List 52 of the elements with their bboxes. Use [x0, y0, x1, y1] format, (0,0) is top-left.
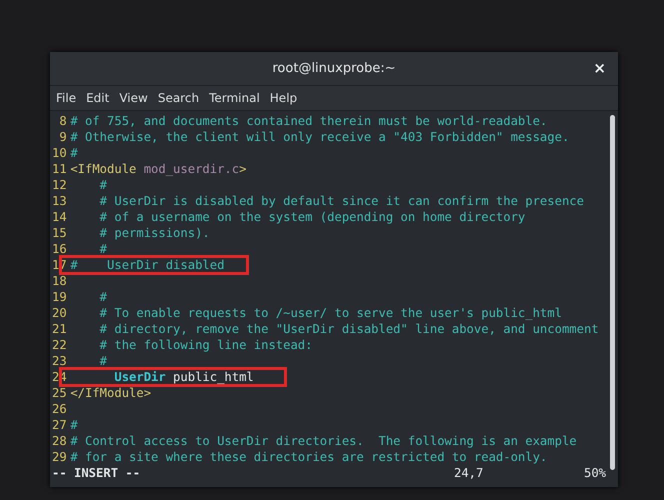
line-number: 28	[52, 433, 68, 449]
line-number: 9	[58, 129, 68, 145]
line-number: 11	[52, 161, 68, 177]
code-line: </IfModule>	[70, 386, 152, 400]
code-line: # Otherwise, the client will only receive a "403 Forbidden" message.	[70, 130, 570, 144]
code-line: UserDir public_html	[113, 370, 254, 384]
code-line: #	[98, 354, 108, 368]
code-line: #	[98, 290, 108, 304]
line-number: 19	[52, 289, 68, 305]
line-number: 20	[52, 305, 68, 321]
code-line: #	[70, 418, 78, 432]
close-button[interactable]: ×	[589, 59, 610, 77]
cursor-position: 24,7	[454, 465, 484, 481]
code-line: # of 755, and documents contained therein must be world-readable.	[70, 114, 548, 128]
code-line: # UserDir is disabled by default since it can confirm the presence	[98, 194, 584, 208]
code-line: # permissions).	[98, 226, 210, 240]
code-line: #	[98, 178, 108, 192]
code-line: # Control access to UserDir directories. The following is an example	[70, 434, 577, 448]
menu-item[interactable]: Terminal	[205, 89, 264, 107]
code-line: # for a site where these directories are restricted to read-only.	[70, 450, 548, 464]
line-number: 15	[52, 225, 68, 241]
menu-item[interactable]: Help	[266, 89, 302, 107]
line-number: 12	[52, 177, 68, 193]
line-number: 26	[52, 401, 68, 417]
line-number: 23	[52, 353, 68, 369]
line-number: 16	[52, 241, 68, 257]
line-number: 18	[52, 273, 68, 289]
line-number: 27	[52, 417, 68, 433]
menu-item[interactable]: File	[52, 89, 80, 107]
line-number: 14	[52, 209, 68, 225]
code-line: # directory, remove the "UserDir disabled" line above, and uncomment	[98, 322, 599, 336]
menu-item[interactable]: Edit	[82, 89, 114, 107]
code-line: <IfModule mod_userdir.c>	[70, 162, 246, 176]
code-line: # UserDir disabled	[70, 258, 224, 272]
line-number: 25	[52, 385, 68, 401]
line-number: 29	[52, 449, 68, 465]
code-line: # the following line instead:	[98, 338, 312, 352]
line-number: 13	[52, 193, 68, 209]
code-line: # To enable requests to /~user/ to serve the user's public_html	[98, 306, 562, 320]
line-number: 8	[58, 113, 68, 129]
line-number: 21	[52, 321, 68, 337]
code-line: #	[98, 242, 108, 256]
menu-item[interactable]: Search	[154, 89, 204, 107]
mode-indicator: -- INSERT --	[52, 465, 142, 481]
scrollbar-thumb[interactable]	[610, 115, 615, 470]
line-number: 22	[52, 337, 68, 353]
code-line: #	[70, 146, 78, 160]
line-number: 10	[52, 145, 68, 161]
window-title: root@linuxprobe:~	[272, 61, 396, 76]
menu-item[interactable]: View	[115, 89, 152, 107]
code-line: # of a username on the system (depending on home directory	[98, 210, 526, 224]
scroll-percent: 50%	[584, 465, 608, 481]
